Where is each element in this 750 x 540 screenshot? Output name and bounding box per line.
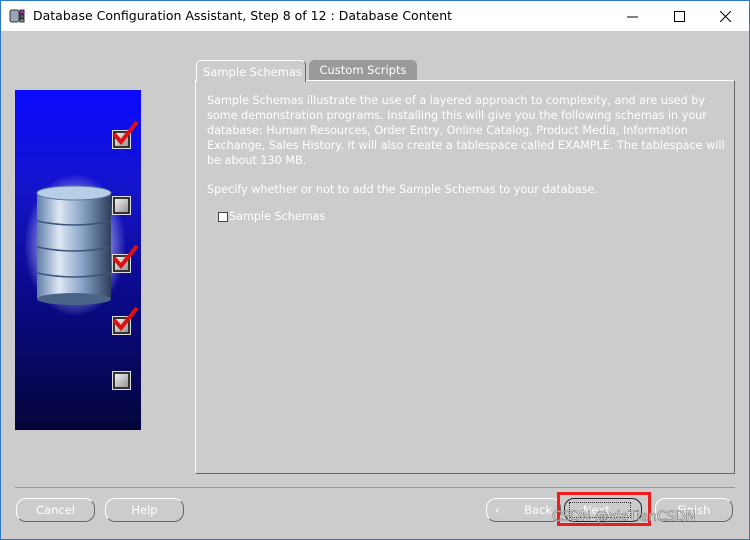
checkmark-icon [112, 244, 139, 270]
prompt-text: Specify whether or not to add the Sample… [207, 183, 598, 196]
step-checkbox-5 [112, 371, 131, 390]
description-text: Sample Schemas illustrate the use of a l… [207, 94, 725, 167]
maximize-icon [673, 10, 685, 22]
window-title: Database Configuration Assistant, Step 8… [33, 8, 453, 23]
checkmark-icon [112, 306, 139, 332]
wizard-side-image [15, 90, 141, 430]
minimize-button[interactable] [609, 1, 655, 31]
watermark-text: CSDN @xiaTianCSDN [552, 509, 696, 526]
step-checkbox-2 [112, 196, 131, 215]
chevron-left-icon: ‹ [495, 503, 500, 517]
footer-separator [15, 487, 735, 488]
cancel-button[interactable]: Cancel [16, 498, 95, 522]
checkmark-icon [112, 120, 139, 146]
sample-schemas-checkbox-label[interactable]: Sample Schemas [229, 210, 325, 223]
database-cylinder-icon [36, 185, 112, 305]
close-icon [719, 10, 731, 22]
tab-custom-scripts[interactable]: Custom Scripts [309, 60, 417, 80]
help-button[interactable]: Help [105, 498, 184, 522]
maximize-button[interactable] [656, 1, 702, 31]
tab-sample-schemas[interactable]: Sample Schemas [196, 60, 306, 82]
back-button[interactable]: ‹ Back [486, 498, 561, 522]
close-button[interactable] [702, 1, 748, 31]
database-app-icon [9, 9, 25, 23]
minimize-icon [626, 16, 638, 17]
back-button-label: Back [524, 503, 552, 517]
sample-schemas-checkbox-row[interactable]: Sample Schemas [218, 210, 325, 223]
sample-schemas-checkbox[interactable] [218, 211, 228, 222]
title-bar: Database Configuration Assistant, Step 8… [1, 1, 749, 31]
